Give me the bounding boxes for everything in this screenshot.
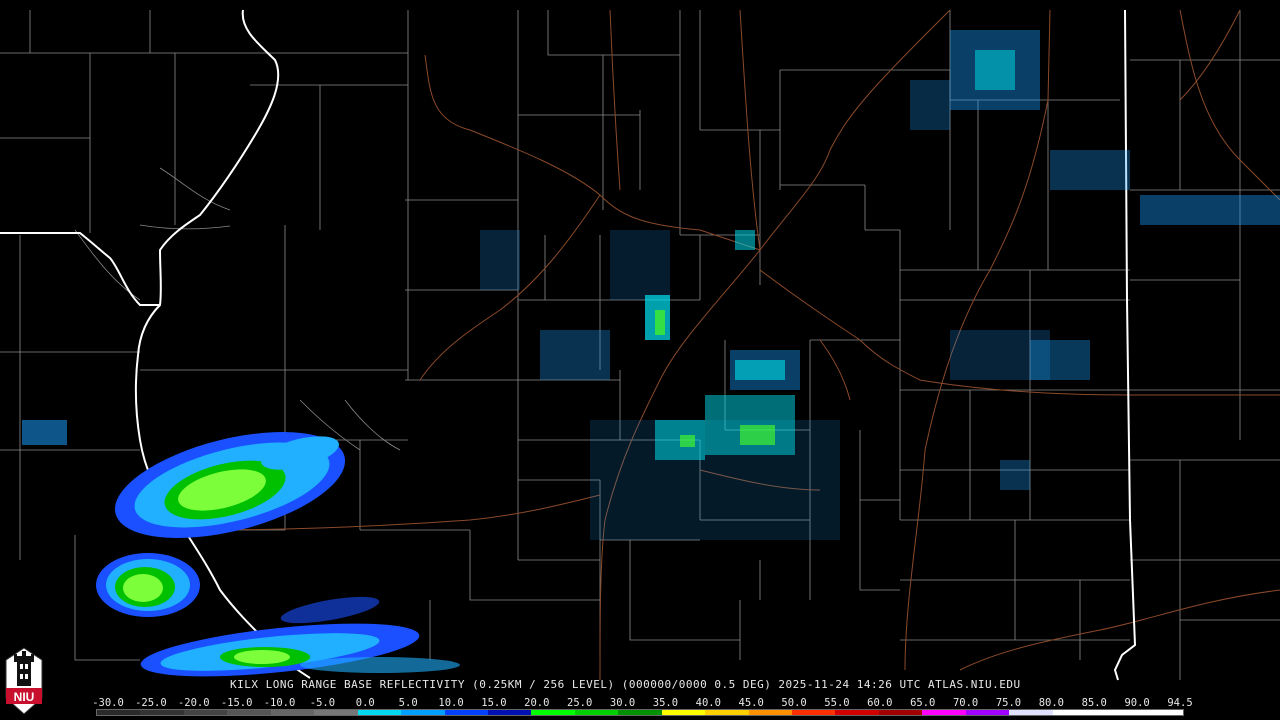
scale-label: 60.0	[867, 697, 893, 709]
scale-label: 35.0	[652, 697, 679, 709]
scale-label: 15.0	[481, 697, 507, 709]
scale-swatch	[878, 710, 923, 715]
logo-text: NIU	[14, 690, 35, 704]
scale-swatch	[487, 710, 532, 715]
scale-swatch	[792, 710, 836, 715]
scale-label: 50.0	[781, 697, 807, 709]
scale-swatch	[661, 710, 706, 715]
scale-label: 10.0	[438, 697, 464, 709]
scale-label: 5.0	[398, 697, 418, 709]
reflectivity-scale-labels: -30.0 -25.0 -20.0 -15.0 -10.0 -5.0 0.0 5.0 10.0 1…	[92, 697, 1194, 709]
scale-swatch	[97, 710, 141, 715]
scale-swatch	[748, 710, 792, 715]
scale-label: 94.5	[1167, 697, 1193, 709]
scale-label: -15.0	[220, 697, 253, 709]
scale-label: -5.0	[309, 697, 336, 709]
scale-swatch	[1009, 710, 1053, 715]
scale-swatch	[444, 710, 488, 715]
scale-swatch	[140, 710, 184, 715]
scale-swatch	[401, 710, 445, 715]
scale-swatch	[618, 710, 662, 715]
niu-logo: NIU	[5, 647, 43, 715]
scale-swatch	[1052, 710, 1097, 715]
scale-swatch	[835, 710, 879, 715]
scale-label: 45.0	[738, 697, 764, 709]
scale-label: -10.0	[263, 697, 296, 709]
scale-label: -25.0	[135, 697, 167, 709]
scale-swatch	[1139, 710, 1183, 715]
scale-label: 55.0	[824, 697, 850, 709]
scale-label: 65.0	[910, 697, 936, 709]
reflectivity-color-scale	[96, 709, 1184, 716]
scale-swatch	[357, 710, 402, 715]
scale-swatch	[227, 710, 271, 715]
scale-swatch	[270, 710, 315, 715]
university-tower-icon	[14, 651, 34, 686]
scale-label: 0.0	[355, 697, 375, 709]
scale-label: -20.0	[177, 697, 210, 709]
scale-label: 80.0	[1038, 697, 1065, 709]
scale-swatch	[531, 710, 575, 715]
scale-swatch	[922, 710, 966, 715]
scale-swatch	[1096, 710, 1140, 715]
scale-swatch	[183, 710, 228, 715]
radar-map	[0, 0, 1280, 720]
scale-label: 85.0	[1081, 697, 1107, 709]
scale-label: 25.0	[567, 697, 593, 709]
scale-label: 70.0	[952, 697, 979, 709]
scale-swatch	[965, 710, 1010, 715]
scale-label: 30.0	[609, 697, 636, 709]
scale-label: 75.0	[995, 697, 1022, 709]
scale-swatch	[574, 710, 619, 715]
product-caption: KILX LONG RANGE BASE REFLECTIVITY (0.25K…	[230, 678, 1021, 691]
scale-label: 40.0	[695, 697, 721, 709]
scale-label: -30.0	[92, 697, 124, 709]
scale-swatch	[705, 710, 749, 715]
scale-swatch	[314, 710, 358, 715]
scale-label: 90.0	[1124, 697, 1150, 709]
scale-label: 20.0	[524, 697, 550, 709]
